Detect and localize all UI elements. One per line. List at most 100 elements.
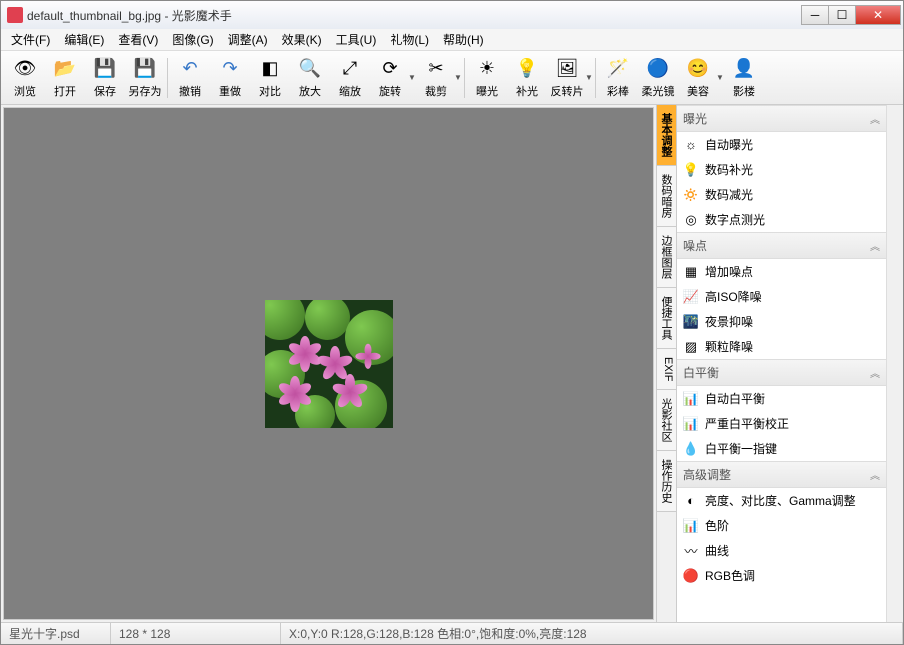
collapse-icon: ︽ (870, 365, 880, 380)
image-thumbnail (265, 300, 393, 428)
wand-icon: 🪄 (606, 57, 630, 81)
vtab-history[interactable]: 操作历史 (657, 451, 676, 512)
toolbar-separator (167, 58, 168, 98)
vtab-community[interactable]: 光影社区 (657, 390, 676, 451)
chevron-down-icon[interactable]: ▼ (454, 73, 462, 82)
open-button[interactable]: 📂打开 (45, 53, 85, 103)
chevron-down-icon[interactable]: ▼ (716, 73, 724, 82)
curve-icon: 〰 (683, 543, 699, 559)
vtab-exif[interactable]: EXIF (657, 349, 676, 390)
rotate-icon: ⟳ (378, 57, 402, 81)
item-auto-wb[interactable]: 📊自动白平衡 (677, 386, 886, 411)
group-exposure[interactable]: 曝光︽ (677, 105, 886, 132)
fill-button[interactable]: 💡补光 (507, 53, 547, 103)
redo-icon: ↷ (218, 57, 242, 81)
exposure-button[interactable]: ☀曝光 (467, 53, 507, 103)
toolbar: 👁浏览 📂打开 💾保存 💾另存为 ↶撤销 ↷重做 ◧对比 🔍放大 ⤢缩放 ⟳旋转… (1, 51, 903, 105)
wand-button[interactable]: 🪄彩棒 (598, 53, 638, 103)
menubar: 文件(F) 编辑(E) 查看(V) 图像(G) 调整(A) 效果(K) 工具(U… (1, 29, 903, 51)
maximize-button[interactable]: ☐ (828, 5, 856, 25)
menu-view[interactable]: 查看(V) (112, 29, 164, 50)
menu-help[interactable]: 帮助(H) (437, 29, 490, 50)
item-auto-exposure[interactable]: ☼自动曝光 (677, 132, 886, 157)
vtab-basic[interactable]: 基本调整 (657, 105, 676, 166)
undo-icon: ↶ (178, 57, 202, 81)
invert-button[interactable]: 🖼反转片 (547, 53, 587, 103)
levels-icon: 📊 (683, 518, 699, 534)
noise-icon: ▦ (683, 264, 699, 280)
chevron-down-icon[interactable]: ▼ (408, 73, 416, 82)
beauty-button[interactable]: 😊美容 (678, 53, 718, 103)
close-button[interactable]: ✕ (855, 5, 901, 25)
menu-tools[interactable]: 工具(U) (330, 29, 383, 50)
grain-icon: ▨ (683, 339, 699, 355)
item-spot-meter[interactable]: ◎数字点测光 (677, 207, 886, 232)
canvas[interactable] (4, 108, 653, 619)
image-icon: 🖼 (555, 57, 579, 81)
group-noise[interactable]: 噪点︽ (677, 232, 886, 259)
menu-gift[interactable]: 礼物(L) (384, 29, 435, 50)
studio-button[interactable]: 👤影楼 (724, 53, 764, 103)
save-button[interactable]: 💾保存 (85, 53, 125, 103)
status-dim: 128 * 128 (111, 623, 281, 644)
rotate-button[interactable]: ⟳旋转 (370, 53, 410, 103)
browse-button[interactable]: 👁浏览 (5, 53, 45, 103)
compare-button[interactable]: ◧对比 (250, 53, 290, 103)
item-night-denoise[interactable]: 🌃夜景抑噪 (677, 309, 886, 334)
saveas-icon: 💾 (133, 57, 157, 81)
crop-button[interactable]: ✂裁剪 (416, 53, 456, 103)
collapse-icon: ︽ (870, 111, 880, 126)
minimize-button[interactable]: ─ (801, 5, 829, 25)
menu-image[interactable]: 图像(G) (166, 29, 219, 50)
app-icon (7, 7, 23, 23)
zoomout-button[interactable]: ⤢缩放 (330, 53, 370, 103)
folder-icon: 📂 (53, 57, 77, 81)
window-title: default_thumbnail_bg.jpg - 光影魔术手 (27, 7, 802, 24)
item-digital-fill[interactable]: 💡数码补光 (677, 157, 886, 182)
night-icon: 🌃 (683, 314, 699, 330)
collapse-icon: ︽ (870, 238, 880, 253)
item-rgb[interactable]: 🔴RGB色调 (677, 563, 886, 588)
undo-button[interactable]: ↶撤销 (170, 53, 210, 103)
item-digital-dim[interactable]: 🔅数码减光 (677, 182, 886, 207)
item-iso-denoise[interactable]: 📈高ISO降噪 (677, 284, 886, 309)
bars-icon: 📊 (683, 416, 699, 432)
item-levels[interactable]: 📊色阶 (677, 513, 886, 538)
status-info: X:0,Y:0 R:128,G:128,B:128 色相:0°,饱和度:0%,亮… (281, 623, 903, 644)
vertical-tabs: 基本调整 数码暗房 边框图层 便捷工具 EXIF 光影社区 操作历史 (656, 105, 676, 622)
item-wb-onekey[interactable]: 💧白平衡一指键 (677, 436, 886, 461)
item-grain-denoise[interactable]: ▨颗粒降噪 (677, 334, 886, 359)
chart-icon: 📈 (683, 289, 699, 305)
saveas-button[interactable]: 💾另存为 (125, 53, 165, 103)
item-add-noise[interactable]: ▦增加噪点 (677, 259, 886, 284)
menu-edit[interactable]: 编辑(E) (58, 29, 110, 50)
save-icon: 💾 (93, 57, 117, 81)
compare-icon: ◧ (258, 57, 282, 81)
titlebar: default_thumbnail_bg.jpg - 光影魔术手 ─ ☐ ✕ (1, 1, 903, 29)
bulb-icon: 💡 (515, 57, 539, 81)
toolbar-separator (595, 58, 596, 98)
group-advanced[interactable]: 高级调整︽ (677, 461, 886, 488)
color-icon: 🔴 (683, 568, 699, 584)
vtab-darkroom[interactable]: 数码暗房 (657, 166, 676, 227)
crop-icon: ✂ (424, 57, 448, 81)
sun-icon: ☼ (683, 137, 699, 153)
menu-file[interactable]: 文件(F) (5, 29, 56, 50)
vtab-border[interactable]: 边框图层 (657, 227, 676, 288)
menu-effect[interactable]: 效果(K) (276, 29, 328, 50)
redo-button[interactable]: ↷重做 (210, 53, 250, 103)
vtab-tools[interactable]: 便捷工具 (657, 288, 676, 349)
bulb-icon: 💡 (683, 162, 699, 178)
menu-adjust[interactable]: 调整(A) (222, 29, 274, 50)
item-curves[interactable]: 〰曲线 (677, 538, 886, 563)
item-wb-correct[interactable]: 📊严重白平衡校正 (677, 411, 886, 436)
item-brightness[interactable]: ◐亮度、对比度、Gamma调整 (677, 488, 886, 513)
zoomout-icon: ⤢ (338, 57, 362, 81)
chevron-down-icon[interactable]: ▼ (585, 73, 593, 82)
soft-button[interactable]: 🔵柔光镜 (638, 53, 678, 103)
zoomin-button[interactable]: 🔍放大 (290, 53, 330, 103)
statusbar: 星光十字.psd 128 * 128 X:0,Y:0 R:128,G:128,B… (1, 622, 903, 644)
contrast-icon: ◐ (683, 493, 699, 509)
scrollbar[interactable] (886, 105, 903, 622)
group-wb[interactable]: 白平衡︽ (677, 359, 886, 386)
